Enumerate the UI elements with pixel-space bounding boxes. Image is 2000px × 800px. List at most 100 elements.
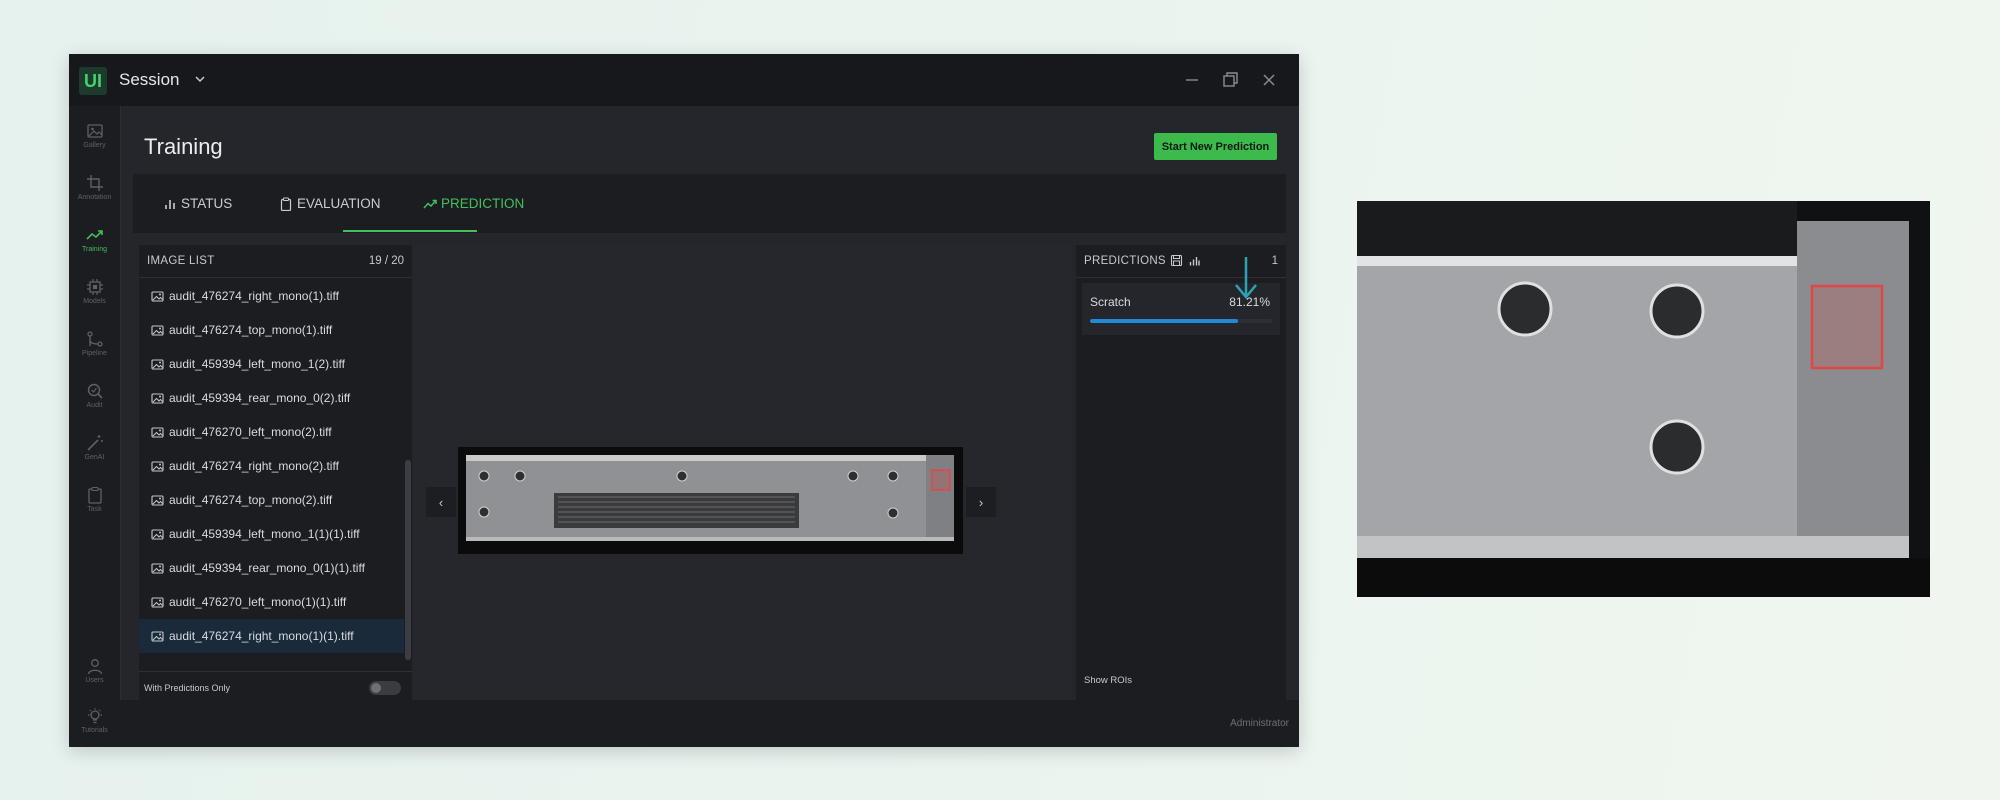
restore-icon[interactable] [1221,71,1239,89]
tab-evaluation[interactable]: EVALUATION [279,174,381,233]
file-list-item[interactable]: audit_476274_right_mono(1)(1).tiff [139,619,404,653]
zoom-top-edge [1357,256,1797,266]
crop-icon [86,175,103,191]
sidebar-item-audit[interactable]: Audit [69,379,120,425]
start-new-prediction-button[interactable]: Start New Prediction [1154,133,1277,160]
predictions-count: 1 [1271,255,1278,267]
sidebar-item-models[interactable]: Models [69,275,120,321]
sidebar-item-pipeline[interactable]: Pipeline [69,327,120,373]
image-file-icon [151,426,164,438]
product-image[interactable] [458,447,963,554]
chassis-top-edge [466,455,926,461]
file-name: audit_476274_right_mono(1)(1).tiff [169,629,354,643]
predictions-title: PREDICTIONS [1084,255,1166,267]
sidebar-item-label: Tutorials [81,727,108,734]
wand-icon [86,435,103,451]
status-user: Administrator [1230,718,1289,729]
screw-7 [887,507,899,519]
clipboard-icon [87,486,102,504]
image-file-icon [151,358,164,370]
file-name: audit_476274_top_mono(2).tiff [169,493,333,507]
file-list-item[interactable]: audit_459394_left_mono_1(2).tiff [139,347,404,381]
roi-box [931,469,951,491]
file-name: audit_459394_left_mono_1(2).tiff [169,357,345,371]
save-icon[interactable] [1170,254,1183,267]
confidence-bar [1090,319,1272,323]
sidebar-item-annotation[interactable]: Annotation [69,171,120,217]
tab-label: PREDICTION [441,196,525,211]
zoom-panel-body [1357,266,1797,561]
file-name: audit_476274_top_mono(1).tiff [169,323,333,337]
image-list-scrollbar[interactable] [405,460,411,660]
image-list-header: IMAGE LIST 19 / 20 [139,245,412,278]
zoom-side-plate [1797,221,1909,561]
file-list-item[interactable]: audit_476274_top_mono(1).tiff [139,313,404,347]
previous-image-button[interactable]: ‹ [426,487,456,517]
zoomed-detail-image [1357,201,1930,597]
zoom-screw-3 [1649,419,1705,475]
file-list-item[interactable]: audit_459394_rear_mono_0(2).tiff [139,381,404,415]
zoom-roi-box [1810,284,1884,370]
screw-5 [887,470,899,482]
image-file-icon [151,596,164,608]
image-file-icon [151,562,164,574]
branch-icon [86,331,103,347]
screw-6 [478,506,490,518]
active-tab-indicator [343,230,477,232]
sidebar-item-tutorials[interactable]: Tutorials [69,704,120,747]
tab-status[interactable]: STATUS [163,174,232,233]
file-list-item[interactable]: audit_476274_right_mono(1).tiff [139,279,404,313]
image-list-count: 19 / 20 [368,255,404,267]
app-window: UI Session Gallery Annotation Training M… [69,54,1299,747]
file-list-item[interactable]: audit_476274_top_mono(2).tiff [139,483,404,517]
status-bar: Administrator [120,700,1299,747]
file-list-item[interactable]: audit_476274_right_mono(2).tiff [139,449,404,483]
zoom-top-rail [1357,201,1797,263]
sidebar-item-users[interactable]: Users [69,654,120,700]
screw-1 [478,470,490,482]
toggle-knob [371,683,381,693]
clipboard-icon [280,197,292,211]
image-file-icon [151,392,164,404]
image-file-icon [151,290,164,302]
file-list-item[interactable]: audit_476270_left_mono(2).tiff [139,415,404,449]
session-title[interactable]: Session [119,70,179,90]
screw-4 [847,470,859,482]
bar-chart-icon[interactable] [1188,254,1201,267]
sidebar-item-label: Pipeline [82,350,107,357]
sidebar-item-genai[interactable]: GenAI [69,431,120,477]
file-list-item[interactable]: audit_476270_left_mono(1)(1).tiff [139,585,404,619]
minimize-icon[interactable] [1183,71,1201,89]
next-image-button[interactable]: › [966,487,996,517]
sidebar-item-training[interactable]: Training [69,223,120,269]
image-list-footer: With Predictions Only [139,671,412,702]
file-name: audit_476270_left_mono(1)(1).tiff [169,595,347,609]
image-file-icon [151,630,164,642]
tabs-bar: STATUS EVALUATION PREDICTION [133,174,1286,233]
search-icon [87,383,103,399]
sidebar-item-label: Gallery [83,142,106,149]
sidebar-item-gallery[interactable]: Gallery [69,119,120,165]
file-name: audit_459394_rear_mono_0(1)(1).tiff [169,561,365,575]
sidebar-item-label: GenAI [84,454,105,461]
close-icon[interactable] [1260,71,1278,89]
image-file-icon [151,324,164,336]
chip-icon [86,279,103,295]
predictions-panel: PREDICTIONS 1 Scratch 81.21% Show ROIs [1076,245,1286,701]
image-icon [86,124,103,138]
image-list-title: IMAGE LIST [147,255,215,267]
prediction-label: Scratch [1090,295,1131,309]
tab-prediction[interactable]: PREDICTION [423,174,524,233]
file-list-item[interactable]: audit_459394_left_mono_1(1)(1).tiff [139,517,404,551]
image-list-panel: IMAGE LIST 19 / 20 audit_476274_right_mo… [139,245,412,701]
file-list-item[interactable]: audit_459394_rear_mono_0(1)(1).tiff [139,551,404,585]
bulb-icon [87,708,102,724]
sidebar-item-task[interactable]: Task [69,483,120,529]
vent-grille [554,493,799,528]
sidebar-item-label: Annotation [77,194,112,201]
image-file-icon [151,494,164,506]
annotation-arrow-icon [1235,257,1257,299]
chevron-down-icon[interactable] [192,71,208,87]
with-predictions-only-toggle[interactable] [369,681,401,695]
file-name: audit_459394_left_mono_1(1)(1).tiff [169,527,360,541]
